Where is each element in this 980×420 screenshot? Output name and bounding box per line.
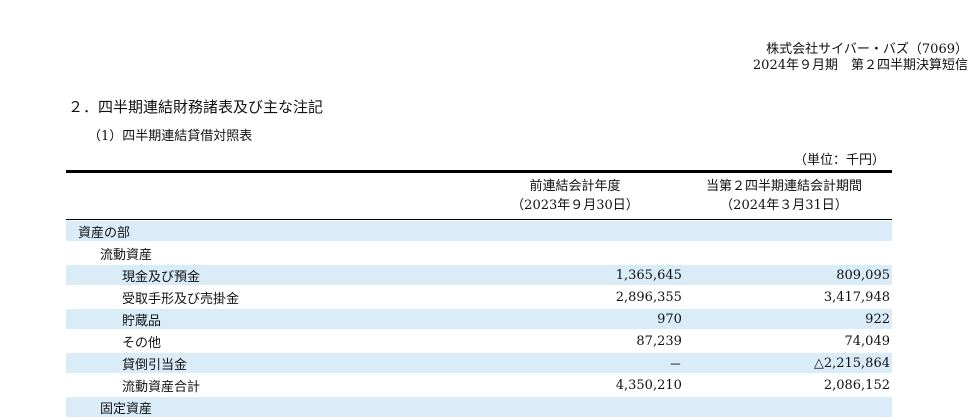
row-label: 流動資産合計 (66, 374, 479, 397)
table-row-total: 流動資産合計 4,350,210 2,086,152 (66, 373, 892, 397)
row-label: 貸倒引当金 (66, 352, 479, 375)
row-value-curr (683, 396, 892, 419)
row-value-prev: 970 (478, 308, 684, 331)
section-title: ２．四半期連結財務諸表及び主な注記 (68, 98, 324, 116)
column-header-curr-title: 当第２四半期連結会計期間 (705, 179, 862, 194)
table-row: 貯蔵品 970 922 (66, 308, 892, 331)
company-name: 株式会社サイバー・バズ（7069） (766, 42, 968, 57)
table-row: 資産の部 (66, 221, 892, 243)
table-row: 流動資産 (66, 242, 892, 265)
row-value-curr (683, 242, 892, 265)
row-value-curr: 922 (683, 308, 892, 331)
row-value-curr: 3,417,948 (683, 286, 892, 309)
row-value-prev (478, 221, 684, 243)
table-top-rule (66, 170, 892, 173)
table-row: 貸倒引当金 － △2,215,864 (66, 352, 892, 375)
row-label: 固定資産 (66, 396, 479, 419)
row-value-prev (478, 242, 684, 265)
table-row: 受取手形及び売掛金 2,896,355 3,417,948 (66, 286, 892, 309)
row-label: その他 (66, 330, 479, 353)
row-value-prev: 1,365,645 (478, 264, 684, 287)
row-value-curr: 74,049 (683, 330, 892, 353)
column-header-prev-title: 前連結会計年度 (529, 179, 621, 194)
column-header-curr: 当第２四半期連結会計期間 （2024年３月31日） (676, 177, 892, 215)
table-row: その他 87,239 74,049 (66, 330, 892, 353)
column-header-curr-date: （2024年３月31日） (720, 198, 848, 213)
row-value-prev (478, 396, 684, 419)
report-period: 2024年９月期 第２四半期決算短信 (752, 58, 968, 73)
unit-label: （単位：千円） (794, 153, 886, 168)
row-value-curr: 809,095 (683, 264, 892, 287)
row-value-curr: 2,086,152 (683, 373, 892, 397)
row-value-prev: 4,350,210 (478, 373, 684, 397)
table-row: 現金及び預金 1,365,645 809,095 (66, 264, 892, 287)
table-row: 固定資産 (66, 396, 892, 419)
row-value-prev: － (478, 352, 684, 375)
row-label: 現金及び預金 (66, 264, 479, 287)
balance-sheet-table: 資産の部 流動資産 現金及び預金 1,365,645 809,095 受取手形及… (66, 221, 892, 419)
row-label: 資産の部 (66, 221, 479, 243)
subsection-title: （1）四半期連結貸借対照表 (88, 129, 253, 144)
table-header-rule (66, 219, 892, 220)
row-value-prev: 87,239 (478, 330, 684, 353)
row-label: 流動資産 (66, 242, 479, 265)
row-label: 受取手形及び売掛金 (66, 286, 479, 309)
row-value-curr (683, 221, 892, 243)
row-value-prev: 2,896,355 (478, 286, 684, 309)
column-header-prev: 前連結会計年度 （2023年９月30日） (480, 177, 670, 215)
column-header-prev-date: （2023年９月30日） (511, 198, 639, 213)
row-value-curr: △2,215,864 (683, 352, 892, 375)
row-label: 貯蔵品 (66, 308, 479, 331)
